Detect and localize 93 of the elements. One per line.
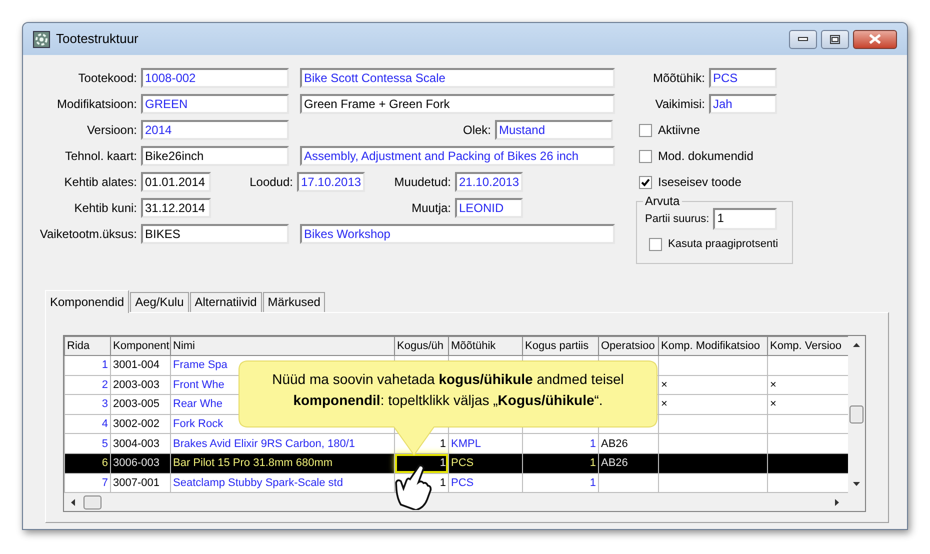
close-icon (869, 34, 881, 44)
text-field[interactable]: Jah (709, 94, 777, 114)
table-cell: Brakes Avid Elixir 9RS Carbon, 180/1 (170, 434, 394, 454)
table-cell: AB26 (598, 453, 658, 474)
table-cell: 1 (522, 453, 598, 474)
column-header[interactable]: Komponent (110, 336, 170, 356)
text-field[interactable]: Bike Scott Contessa Scale (300, 68, 615, 88)
field-label: Partii suurus: (645, 212, 710, 227)
column-header[interactable]: Mõõtühik (448, 336, 522, 356)
field-label: Modifikatsioon: (56, 96, 138, 113)
text-field[interactable]: Bike26inch (141, 146, 289, 166)
tab[interactable]: Alternatiivid (190, 292, 262, 312)
text-field[interactable]: LEONID (455, 198, 523, 218)
field-label: Muudetud: (393, 174, 452, 191)
table-cell: 1 (522, 473, 598, 493)
checkbox[interactable] (639, 176, 652, 188)
table-cell: 3007-001 (110, 473, 170, 493)
column-header[interactable]: Operatsioo (598, 336, 658, 356)
app-icon (33, 30, 50, 48)
field-label: Loodud: (248, 174, 294, 191)
window-title: Tootestruktuur (56, 30, 138, 48)
table-cell: 3001-004 (110, 356, 170, 376)
field-label: Tootekood: (77, 70, 138, 87)
column-header[interactable]: Komp. Versioo (768, 336, 848, 356)
table-cell: 3004-003 (110, 434, 170, 454)
field-label: Kehtib alates: (63, 174, 138, 191)
column-header[interactable]: Kogus/üh (394, 336, 448, 356)
close-button[interactable] (853, 30, 897, 48)
table-cell: 7 (64, 473, 110, 493)
minimize-icon (798, 37, 808, 41)
text-field[interactable]: BIKES (141, 224, 289, 244)
table-cell: 1 (64, 356, 110, 376)
text-field[interactable]: Bikes Workshop (300, 224, 615, 244)
text-field[interactable]: Green Frame + Green Fork (300, 94, 615, 114)
checkbox[interactable] (639, 150, 652, 162)
text-field[interactable]: Mustand (495, 120, 613, 140)
field-label: Versioon: (86, 122, 138, 139)
field-label: Muutja: (410, 200, 452, 217)
checkbox-label[interactable]: Kasuta praagiprotsenti (668, 236, 778, 252)
column-header[interactable]: Nimi (170, 336, 394, 356)
table-cell: AB26 (598, 434, 658, 454)
text-field[interactable]: PCS (709, 68, 777, 88)
tab[interactable]: Märkused (262, 292, 326, 312)
field-label: Vaikimisi: (654, 96, 706, 113)
table-cell: × (768, 375, 848, 395)
checkbox-label[interactable]: Iseseisev toode (658, 173, 742, 191)
tab[interactable]: Aeg/Kulu (130, 292, 189, 312)
table-cell: PCS (448, 473, 522, 493)
table-cell: × (658, 394, 768, 414)
table-cell: 2003-003 (110, 375, 170, 395)
table-cell: × (658, 375, 768, 395)
text-field[interactable]: Assembly, Adjustment and Packing of Bikes 26 inch (300, 146, 615, 166)
checkbox[interactable] (649, 238, 662, 250)
column-header[interactable]: Komp. Modifikatsioo (658, 336, 768, 356)
table-cell: × (768, 394, 848, 414)
field-label: Vaiketootm.üksus: (38, 226, 138, 243)
table-cell: 3 (64, 394, 110, 414)
vertical-scrollbar[interactable] (848, 336, 865, 493)
table-cell: 4 (64, 414, 110, 434)
minimize-button[interactable] (789, 30, 817, 48)
checkbox[interactable] (639, 124, 652, 136)
maximize-icon (830, 34, 840, 44)
table-cell: 1 (522, 434, 598, 454)
hand-cursor-icon (394, 462, 434, 510)
table-cell: Bar Pilot 15 Pro 31.8mm 680mm (170, 453, 394, 474)
table-cell: 5 (64, 434, 110, 454)
text-field[interactable]: 1008-002 (141, 68, 289, 88)
checkbox-label[interactable]: Aktiivne (658, 121, 700, 139)
field-label: Mõõtühik: (652, 70, 706, 87)
text-field[interactable]: GREEN (141, 94, 289, 114)
table-cell: 3006-003 (110, 453, 170, 474)
table-cell: Seatclamp Stubby Spark-Scale std (170, 473, 394, 493)
column-header[interactable]: Kogus partiis (522, 336, 598, 356)
text-field[interactable]: 17.10.2013 (297, 172, 365, 192)
table-cell: 2 (64, 375, 110, 395)
text-field[interactable]: 01.01.2014 (141, 172, 211, 192)
field-label: Kehtib kuni: (73, 200, 138, 217)
field-label: Olek: (462, 122, 492, 139)
text-field[interactable]: 31.12.2014 (141, 198, 211, 218)
table-cell: PCS (448, 453, 522, 474)
tab[interactable]: Komponendid (45, 290, 130, 313)
field-label: Tehnol. kaart: (64, 148, 138, 165)
maximize-button[interactable] (821, 30, 849, 48)
text-field[interactable]: 1 (713, 208, 778, 230)
text-field[interactable]: 21.10.2013 (455, 172, 523, 192)
column-header[interactable]: Rida (64, 336, 110, 356)
group-title: Arvuta (644, 195, 681, 207)
table-cell: 2003-005 (110, 394, 170, 414)
table-cell: KMPL (448, 434, 522, 454)
checkbox-label[interactable]: Mod. dokumendid (658, 147, 754, 165)
table-cell: 6 (64, 453, 110, 474)
text-field[interactable]: 2014 (141, 120, 289, 140)
table-cell: 3002-002 (110, 414, 170, 434)
